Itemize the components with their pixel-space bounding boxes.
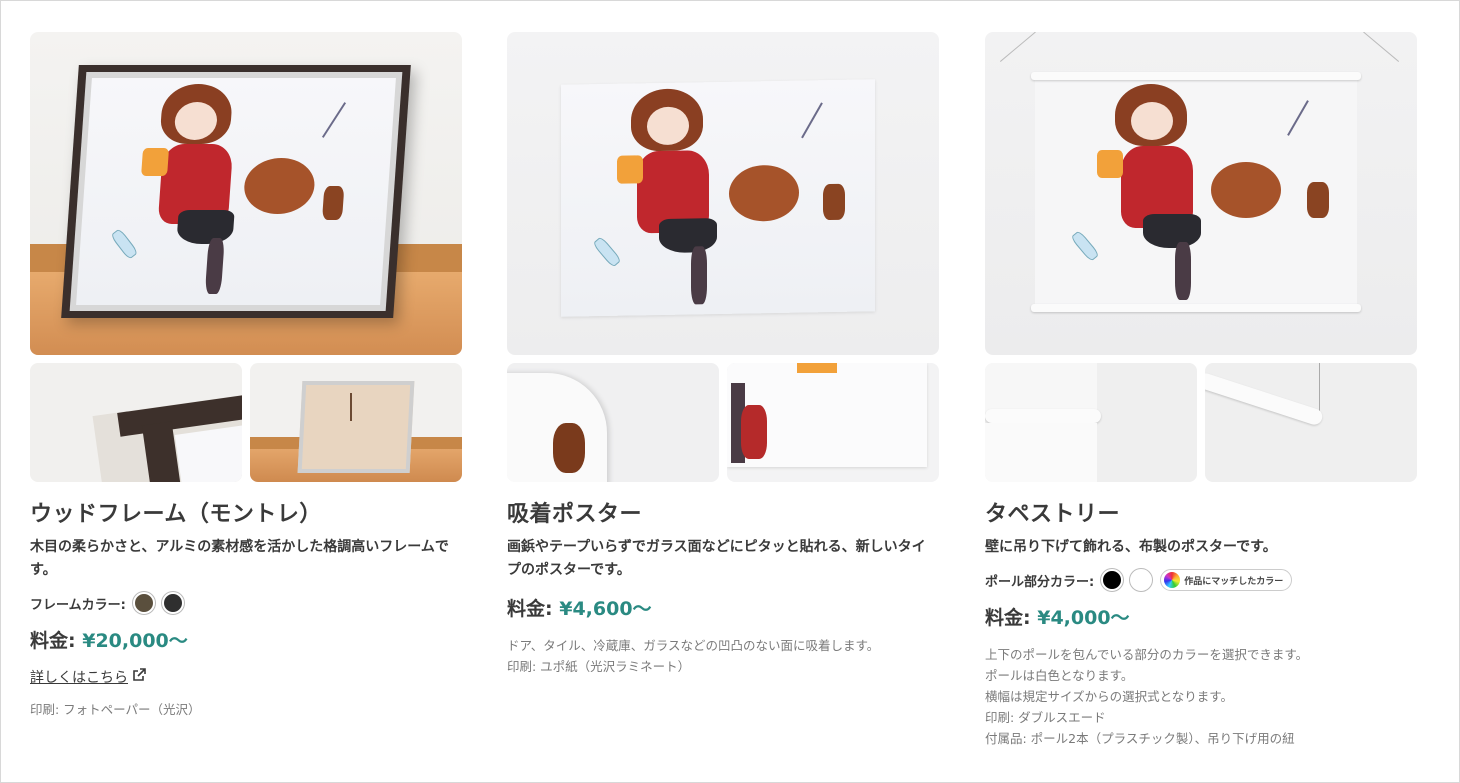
matched-color-label: 作品にマッチしたカラー [1184,576,1284,587]
details-link-label: 詳しくはこちら [30,670,128,686]
adhesive-poster-peel-thumbnail[interactable] [507,363,719,482]
price-amount: ¥4,600〜 [559,598,652,620]
product-card-wood-frame: ウッドフレーム（モントレ） 木目の柔らかさと、アルミの素材感を活かした格調高いフ… [30,32,462,720]
product-title: ウッドフレーム（モントレ） [30,502,322,527]
product-description: 画鋲やテープいらずでガラス面などにピタッと貼れる、新しいタイプのポスターです。 [507,539,926,578]
frame-color-label: フレームカラー: [30,597,126,613]
price-label: 料金: [985,607,1031,629]
price-label: 料金: [30,630,76,652]
note-line: 印刷: ダブルスエード [985,710,1106,725]
pole-color-label: ポール部分カラー: [985,574,1095,590]
note-line: ポールは白色となります。 [985,668,1134,683]
price: 料金: ¥20,000〜 [30,626,462,653]
note-line: 付属品: ポール2本（プラスチック製）、吊り下げ用の紐 [985,731,1295,746]
details-link[interactable]: 詳しくはこちら [30,667,146,687]
adhesive-poster-main-photo[interactable] [507,32,939,355]
product-title: 吸着ポスター [507,502,643,527]
matched-color-chip[interactable]: 作品にマッチしたカラー [1160,569,1293,591]
tapestry-pole-bottom-thumbnail[interactable] [985,363,1197,482]
product-card-adhesive-poster: 吸着ポスター 画鋲やテープいらずでガラス面などにピタッと貼れる、新しいタイプのポ… [507,32,939,677]
pole-color-selector: ポール部分カラー: 作品にマッチしたカラー [985,569,1417,591]
color-swatch-white[interactable] [1130,569,1153,591]
color-swatch-brown[interactable] [132,592,155,614]
note-line: ドア、タイル、冷蔵庫、ガラスなどの凹凸のない面に吸着します。 [507,638,880,653]
note-line: 上下のポールを包んでいる部分のカラーを選択できます。 [985,647,1309,662]
note-line: 印刷: フォトペーパー（光沢） [30,702,201,717]
price: 料金: ¥4,000〜 [985,603,1417,630]
note-line: 横幅は規定サイズからの選択式となります。 [985,689,1234,704]
product-card-tapestry: タペストリー 壁に吊り下げて飾れる、布製のポスターです。 ポール部分カラー: 作… [985,32,1417,749]
tapestry-main-photo[interactable] [985,32,1417,355]
product-notes: 上下のポールを包んでいる部分のカラーを選択できます。 ポールは白色となります。 … [985,644,1417,749]
color-swatch-black[interactable] [161,592,184,614]
rainbow-palette-icon [1164,572,1181,588]
price: 料金: ¥4,600〜 [507,594,939,621]
wood-frame-back-thumbnail[interactable] [250,363,462,482]
note-line: 印刷: ユポ紙（光沢ラミネート） [507,659,691,674]
product-description: 木目の柔らかさと、アルミの素材感を活かした格調高いフレームです。 [30,539,449,578]
frame-color-selector: フレームカラー: [30,592,462,614]
product-notes: 印刷: フォトペーパー（光沢） [30,699,462,720]
price-amount: ¥4,000〜 [1037,607,1130,629]
external-link-icon [132,668,146,686]
price-amount: ¥20,000〜 [82,630,188,652]
color-swatch-black[interactable] [1101,569,1124,591]
wood-frame-corner-thumbnail[interactable] [30,363,242,482]
product-description: 壁に吊り下げて飾れる、布製のポスターです。 [985,539,1277,555]
product-title: タペストリー [985,502,1121,527]
price-label: 料金: [507,598,553,620]
product-notes: ドア、タイル、冷蔵庫、ガラスなどの凹凸のない面に吸着します。 印刷: ユポ紙（光… [507,635,939,677]
tapestry-pole-top-thumbnail[interactable] [1205,363,1417,482]
adhesive-poster-closeup-thumbnail[interactable] [727,363,939,482]
wood-frame-main-photo[interactable] [30,32,462,355]
